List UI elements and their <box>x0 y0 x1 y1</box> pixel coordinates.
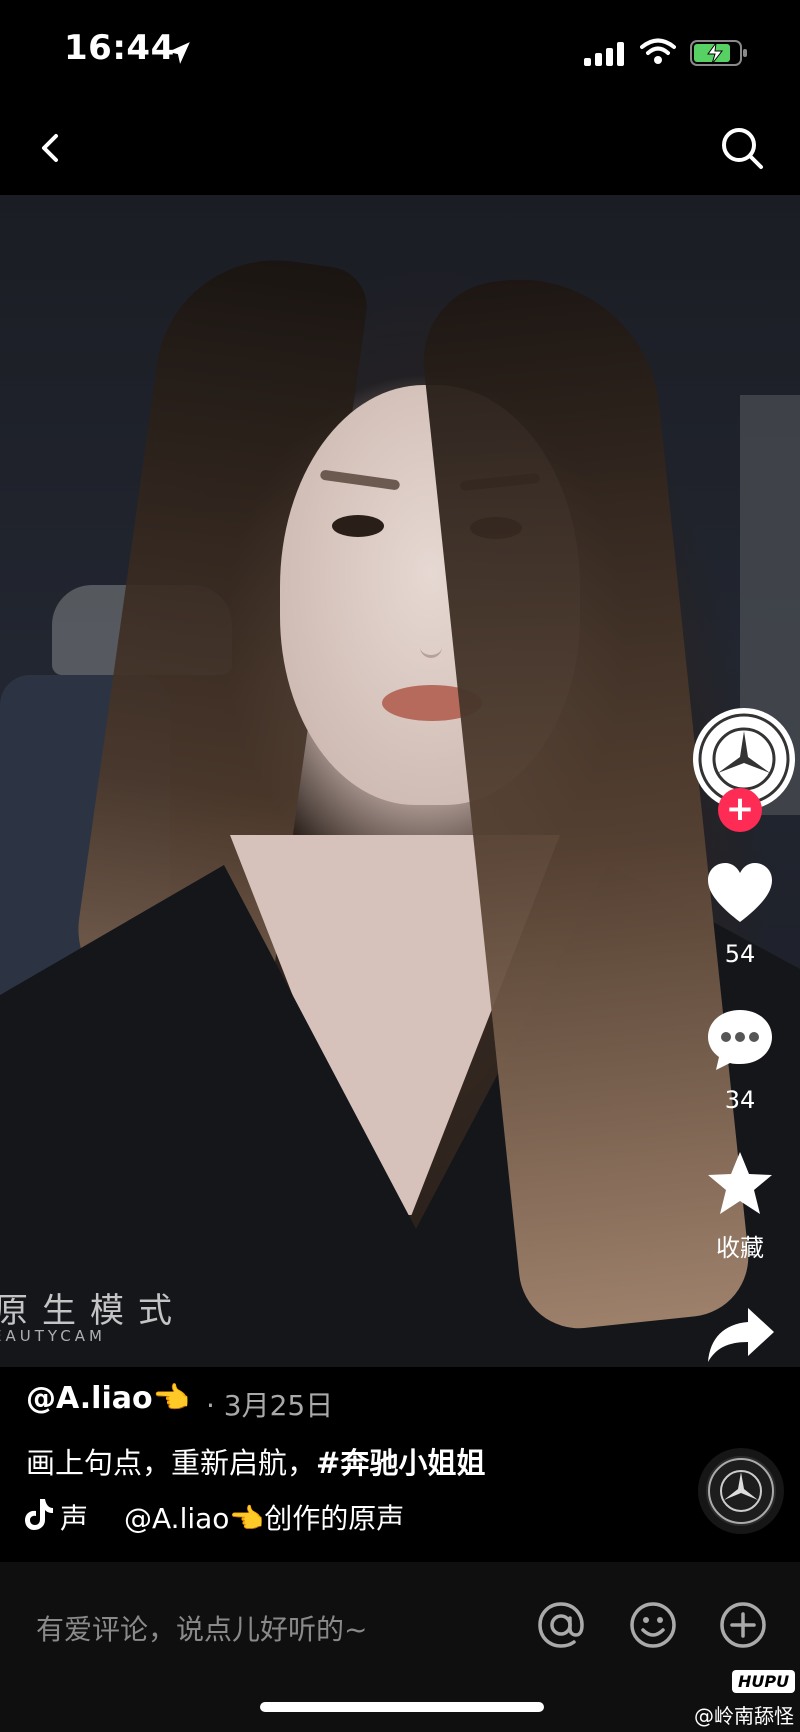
comment-icon[interactable] <box>704 1004 776 1076</box>
add-icon[interactable] <box>718 1600 768 1650</box>
battery-charging-icon <box>690 40 747 66</box>
beautycam-watermark-cn: 原生模式 <box>0 1291 186 1331</box>
comment-count: 34 <box>724 1086 756 1114</box>
video-player[interactable]: 原生模式 EAUTYCAM <box>0 195 800 1367</box>
status-time: 16:44 <box>64 28 175 68</box>
music-title[interactable]: @A.liao👈创作的原声 <box>124 1497 404 1537</box>
heart-icon[interactable] <box>704 858 776 930</box>
share-icon[interactable] <box>704 1300 776 1372</box>
description: 画上句点，重新启航，#奔驰小姐姐 <box>26 1440 485 1482</box>
top-nav <box>0 100 800 195</box>
follow-button[interactable]: + <box>718 788 762 832</box>
back-chevron-icon[interactable] <box>30 118 90 178</box>
hupu-logo: HUPU <box>732 1670 796 1693</box>
watermark-credit: @岭南舔怪 <box>694 1704 794 1728</box>
mercedes-logo-icon <box>708 1458 774 1524</box>
eyebrow <box>319 469 401 491</box>
status-bar: 16:44 <box>0 0 800 100</box>
tiktok-music-icon <box>25 1499 53 1530</box>
post-date: · 3月25日 <box>206 1389 334 1422</box>
comment-input[interactable]: 有爱评论，说点儿好听的~ <box>36 1608 367 1648</box>
search-icon[interactable] <box>712 118 772 178</box>
star-icon[interactable] <box>704 1148 776 1220</box>
location-arrow-icon <box>168 42 190 64</box>
music-label: 声 <box>60 1502 89 1535</box>
signal-icon <box>584 42 624 66</box>
like-count: 54 <box>724 940 756 968</box>
description-text: 画上句点，重新启航， <box>26 1446 317 1480</box>
music-disc[interactable] <box>698 1448 784 1534</box>
nose <box>420 615 442 658</box>
eye <box>332 515 384 537</box>
beautycam-watermark-en: EAUTYCAM <box>0 1327 106 1345</box>
home-indicator[interactable] <box>260 1702 544 1712</box>
favorite-label: 收藏 <box>716 1234 764 1262</box>
author-name[interactable]: @A.liao👈 <box>26 1381 190 1416</box>
hashtag-link[interactable]: #奔驰小姐姐 <box>316 1446 485 1480</box>
wifi-icon <box>640 38 676 64</box>
emoji-icon[interactable] <box>628 1600 678 1650</box>
at-icon[interactable] <box>536 1600 586 1650</box>
